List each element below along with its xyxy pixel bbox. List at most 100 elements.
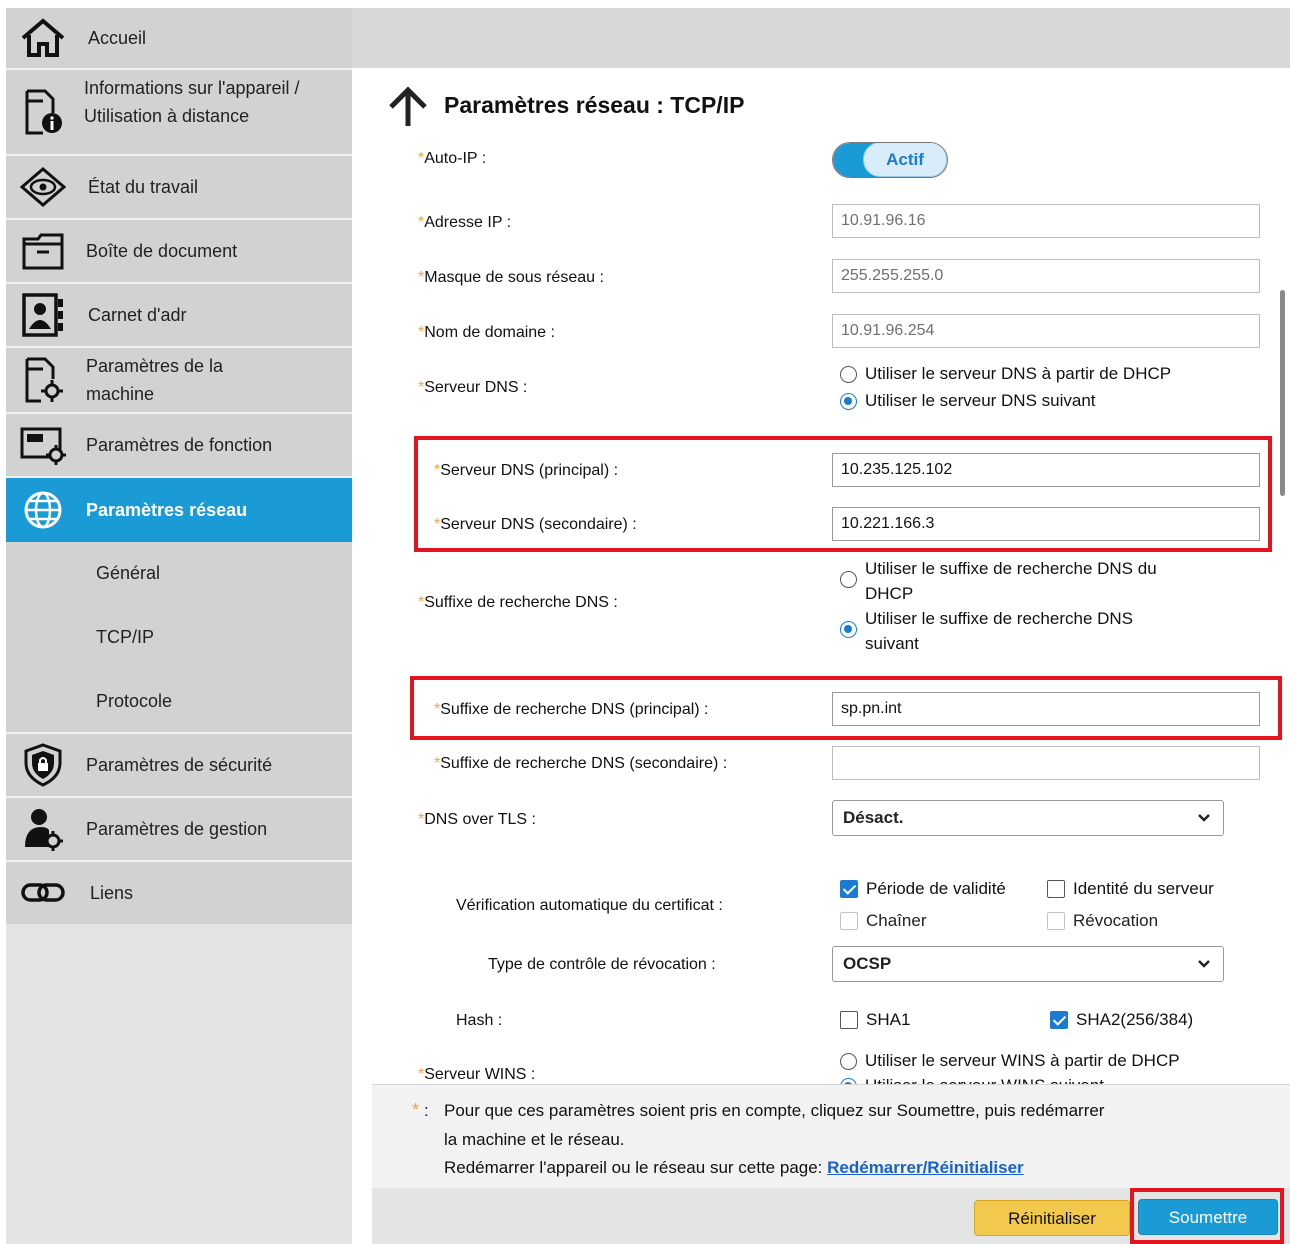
auto-ip-state: Actif xyxy=(863,143,947,177)
cert-chain-checkbox[interactable]: Chaîner xyxy=(840,911,926,931)
sidebar-subitem-label: Général xyxy=(96,563,161,583)
sidebar-item-management-settings[interactable]: Paramètres de gestion xyxy=(6,798,352,860)
sidebar-item-function-settings[interactable]: Paramètres de fonction xyxy=(6,414,352,476)
hash-sha2-checkbox[interactable]: SHA2(256/384) xyxy=(1050,1010,1193,1030)
sidebar-item-label: Paramètres de fonction xyxy=(86,435,273,455)
dns-server-following-radio[interactable]: Utiliser le serveur DNS suivant xyxy=(840,391,1096,411)
dns-suffix-following-radio[interactable]: Utiliser le suffixe de recherche DNS suiv… xyxy=(840,606,1133,656)
globe-icon xyxy=(20,487,66,533)
shield-icon xyxy=(20,742,66,788)
address-book-icon xyxy=(20,292,66,338)
checkbox[interactable] xyxy=(1047,880,1065,898)
eye-icon xyxy=(20,164,66,210)
arrow-up-icon[interactable] xyxy=(386,86,430,128)
checkbox-checked[interactable] xyxy=(1050,1011,1068,1029)
note-line-2: la machine et le réseau. xyxy=(444,1130,625,1149)
scrollbar-thumb[interactable] xyxy=(1280,290,1285,496)
note-line-1: Pour que ces paramètres soient pris en c… xyxy=(444,1101,1105,1120)
submit-button[interactable]: Soumettre xyxy=(1138,1199,1278,1235)
hash-label: Hash : xyxy=(456,1012,503,1029)
sidebar: Accueil Informations sur l'appareil / Ut… xyxy=(6,8,352,1244)
revocation-type-select[interactable]: OCSP xyxy=(832,946,1224,982)
note-line-3: Redémarrer l'appareil ou le réseau sur c… xyxy=(444,1158,1024,1177)
revocation-type-label: Type de contrôle de révocation : xyxy=(488,956,716,973)
sidebar-item-security-settings[interactable]: Paramètres de sécurité xyxy=(6,734,352,796)
dns-over-tls-select[interactable]: Désact. xyxy=(832,800,1224,836)
link-icon xyxy=(20,870,66,916)
radio-button[interactable] xyxy=(840,1053,857,1070)
chevron-down-icon xyxy=(1197,805,1211,843)
sidebar-item-label: Paramètres de la machine xyxy=(86,356,224,404)
user-gear-icon xyxy=(20,806,66,852)
dns-suffix-secondary-input[interactable] xyxy=(832,746,1260,780)
cert-revocation-checkbox[interactable]: Révocation xyxy=(1047,911,1158,931)
subnet-mask-label: *Masque de sous réseau : xyxy=(418,269,604,286)
wins-server-label: *Serveur WINS : xyxy=(418,1066,536,1083)
sidebar-subitem-label: Protocole xyxy=(96,691,173,711)
sidebar-item-network-settings[interactable]: Paramètres réseau xyxy=(6,478,352,542)
sidebar-item-label: État du travail xyxy=(88,177,199,197)
ip-address-input[interactable]: 10.91.96.16 xyxy=(832,204,1260,238)
cert-check-label: Vérification automatique du certificat : xyxy=(456,897,723,914)
cert-server-identity-checkbox[interactable]: Identité du serveur xyxy=(1047,879,1214,899)
dns-suffix-primary-label: *Suffixe de recherche DNS (principal) : xyxy=(434,701,709,718)
sidebar-item-label: Paramètres de gestion xyxy=(86,819,268,839)
checkbox[interactable] xyxy=(840,1011,858,1029)
dns-server-dhcp-radio[interactable]: Utiliser le serveur DNS à partir de DHCP xyxy=(840,364,1171,384)
chevron-down-icon xyxy=(1197,951,1211,989)
sidebar-item-label: Paramètres réseau xyxy=(86,500,248,520)
domain-name-label: *Nom de domaine : xyxy=(418,324,555,341)
dns-suffix-dhcp-radio[interactable]: Utiliser le suffixe de recherche DNS du D… xyxy=(840,556,1157,606)
sidebar-subitem-tcpip[interactable]: TCP/IP xyxy=(6,606,352,670)
content-header-bar xyxy=(352,8,1290,68)
machine-settings-icon xyxy=(20,357,66,403)
dns-suffix-secondary-label: *Suffixe de recherche DNS (secondaire) : xyxy=(434,755,728,772)
cert-validity-checkbox[interactable]: Période de validité xyxy=(840,879,1006,899)
radio-button[interactable] xyxy=(840,366,857,383)
hash-sha1-checkbox[interactable]: SHA1 xyxy=(840,1010,910,1030)
sidebar-item-job-status[interactable]: État du travail xyxy=(6,156,352,218)
checkbox[interactable] xyxy=(840,912,858,930)
wins-server-following-radio-clipped[interactable]: Utiliser le serveur WINS suivant xyxy=(840,1076,1140,1084)
sidebar-item-home[interactable]: Accueil xyxy=(6,8,352,68)
radio-button[interactable] xyxy=(840,571,857,588)
checkbox-checked[interactable] xyxy=(840,880,858,898)
radio-button-selected[interactable] xyxy=(840,393,857,410)
dns-primary-input[interactable]: 10.235.125.102 xyxy=(832,453,1260,487)
dns-suffix-label: *Suffixe de recherche DNS : xyxy=(418,594,618,611)
dns-primary-label: *Serveur DNS (principal) : xyxy=(434,462,619,479)
sidebar-item-address-book[interactable]: Carnet d'adr xyxy=(6,284,352,346)
reset-button[interactable]: Réinitialiser xyxy=(974,1200,1130,1236)
required-star: * xyxy=(412,1100,420,1120)
sidebar-item-document-box[interactable]: Boîte de document xyxy=(6,220,352,282)
sidebar-item-label: Carnet d'adr xyxy=(88,305,187,325)
sidebar-subitem-protocol[interactable]: Protocole xyxy=(6,670,352,732)
domain-name-input[interactable]: 10.91.96.254 xyxy=(832,314,1260,348)
sidebar-item-label: Liens xyxy=(90,883,134,903)
sidebar-item-label: Paramètres de sécurité xyxy=(86,755,273,775)
checkbox[interactable] xyxy=(1047,912,1065,930)
device-info-icon xyxy=(20,89,66,135)
page-title: Paramètres réseau : TCP/IP xyxy=(444,92,745,118)
sidebar-item-label: Accueil xyxy=(88,28,147,48)
sidebar-item-machine-settings[interactable]: Paramètres de la machine xyxy=(6,348,352,412)
sidebar-subitem-general[interactable]: Général xyxy=(6,542,352,606)
dns-secondary-input[interactable]: 10.221.166.3 xyxy=(832,507,1260,541)
subnet-mask-input[interactable]: 255.255.255.0 xyxy=(832,259,1260,293)
folder-icon xyxy=(20,228,66,274)
dns-secondary-label: *Serveur DNS (secondaire) : xyxy=(434,516,637,533)
dns-suffix-primary-input[interactable]: sp.pn.int xyxy=(832,692,1260,726)
auto-ip-label: *Auto-IP : xyxy=(418,150,487,167)
dns-over-tls-label: *DNS over TLS : xyxy=(418,811,536,828)
wins-server-dhcp-radio[interactable]: Utiliser le serveur WINS à partir de DHC… xyxy=(840,1051,1180,1071)
radio-button-selected[interactable] xyxy=(840,621,857,638)
dns-server-label: *Serveur DNS : xyxy=(418,379,528,396)
sidebar-item-device-info[interactable]: Informations sur l'appareil / Utilisatio… xyxy=(6,70,352,154)
restart-reset-link[interactable]: Redémarrer/Réinitialiser xyxy=(827,1158,1024,1177)
ip-address-label: *Adresse IP : xyxy=(418,214,512,231)
sidebar-subitem-label: TCP/IP xyxy=(96,627,155,647)
home-icon xyxy=(20,15,66,61)
sidebar-item-links[interactable]: Liens xyxy=(6,862,352,924)
function-settings-icon xyxy=(20,422,66,468)
auto-ip-toggle[interactable]: Actif xyxy=(832,142,948,178)
